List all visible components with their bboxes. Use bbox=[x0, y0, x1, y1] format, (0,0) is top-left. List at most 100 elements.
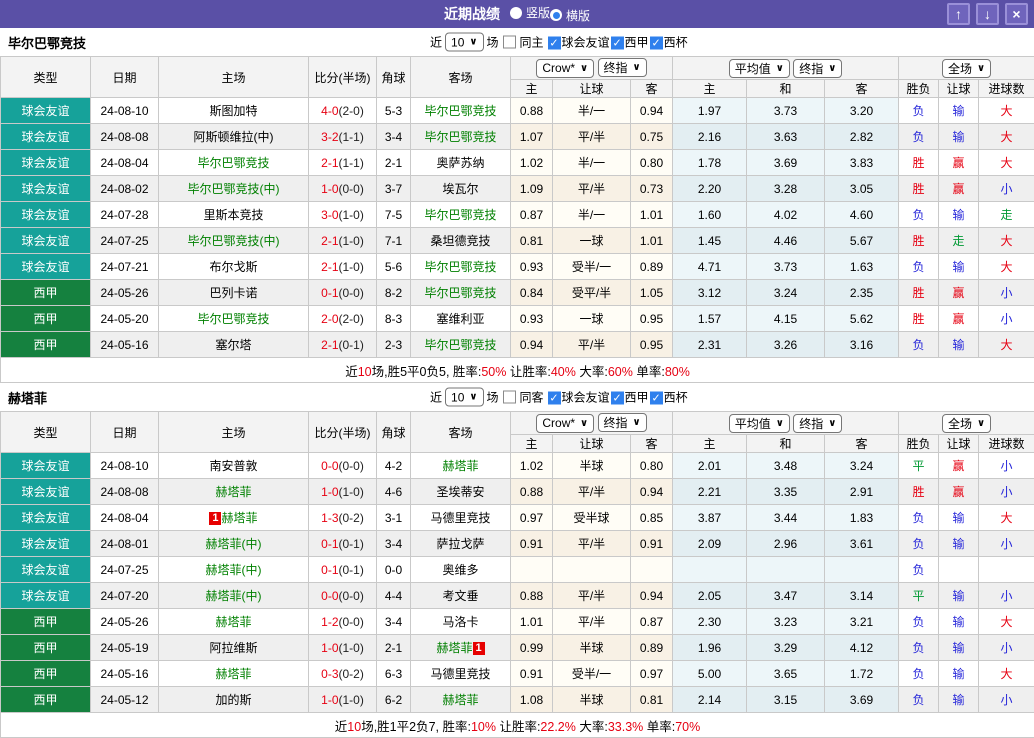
odds-away-cell: 1.05 bbox=[631, 280, 673, 306]
avg-draw-cell: 3.15 bbox=[747, 687, 825, 713]
result-goals-cell: 大 bbox=[979, 228, 1034, 254]
scope-group: 全场∨ bbox=[899, 412, 1034, 435]
avg-away-cell: 4.12 bbox=[825, 635, 899, 661]
league-checkbox[interactable]: ✓ bbox=[650, 392, 663, 405]
match-type-badge: 球会友谊 bbox=[1, 98, 91, 124]
odds-away-cell: 0.94 bbox=[631, 479, 673, 505]
result-value: 大 bbox=[1001, 260, 1013, 274]
result-value: 大 bbox=[1001, 511, 1013, 525]
avg-home-cell: 3.87 bbox=[673, 505, 747, 531]
team-name: 毕尔巴鄂竞技 bbox=[8, 33, 86, 52]
league-checkbox[interactable]: ✓ bbox=[548, 392, 561, 405]
full-score: 1-0 bbox=[321, 641, 338, 655]
result-winloss-cell: 胜 bbox=[899, 479, 939, 505]
chevron-down-icon: ∨ bbox=[977, 63, 985, 74]
league-checkbox[interactable]: ✓ bbox=[611, 392, 624, 405]
chevron-down-icon: ∨ bbox=[828, 63, 836, 74]
result-value: 输 bbox=[953, 130, 965, 144]
match-type-badge: 球会友谊 bbox=[1, 124, 91, 150]
close-button[interactable]: × bbox=[1005, 3, 1028, 25]
home-team-cell: 布尔戈斯 bbox=[159, 254, 309, 280]
result-handicap-cell: 赢 bbox=[939, 479, 979, 505]
league-checkbox[interactable]: ✓ bbox=[548, 37, 561, 50]
home-team: 毕尔巴鄂竞技 bbox=[197, 156, 269, 170]
corner-score: 3-4 bbox=[377, 124, 411, 150]
full-score: 3-2 bbox=[321, 130, 338, 144]
result-handicap-cell: 赢 bbox=[939, 150, 979, 176]
radio-icon bbox=[550, 9, 562, 21]
odds-home-cell: 0.88 bbox=[511, 583, 553, 609]
result-goals-cell: 小 bbox=[979, 687, 1034, 713]
bookmaker-select[interactable]: Crow*∨ bbox=[536, 59, 594, 78]
avg-draw-cell: 3.73 bbox=[747, 254, 825, 280]
same-venue-checkbox[interactable] bbox=[503, 36, 516, 49]
final-average-select[interactable]: 终指∨ bbox=[793, 59, 842, 78]
result-winloss-cell: 负 bbox=[899, 661, 939, 687]
chevron-down-icon: ∨ bbox=[633, 62, 641, 73]
half-score: (2-0) bbox=[339, 104, 364, 118]
result-value: 赢 bbox=[953, 312, 965, 326]
scroll-up-button[interactable]: ↑ bbox=[947, 3, 970, 25]
result-handicap-cell: 输 bbox=[939, 609, 979, 635]
score-cell: 3-2(1-1) bbox=[309, 124, 377, 150]
final-average-select[interactable]: 终指∨ bbox=[793, 414, 842, 433]
score-cell: 0-1(0-1) bbox=[309, 557, 377, 583]
layout-radio-option[interactable]: 竖版 bbox=[510, 4, 550, 21]
away-team-cell: 奥维多 bbox=[411, 557, 511, 583]
away-team: 桑坦德竞技 bbox=[430, 234, 490, 248]
odds-away-cell: 0.89 bbox=[631, 254, 673, 280]
league-checkbox[interactable]: ✓ bbox=[650, 37, 663, 50]
average-select[interactable]: 平均值∨ bbox=[729, 414, 790, 433]
results-body: 球会友谊24-08-10斯图加特4-0(2-0)5-3毕尔巴鄂竞技0.88半/一… bbox=[1, 98, 1034, 358]
table-row: 球会友谊24-08-041赫塔菲1-3(0-2)3-1马德里竞技0.97受半球0… bbox=[1, 505, 1034, 531]
scope-select[interactable]: 全场∨ bbox=[942, 59, 991, 78]
odds-away-cell: 0.95 bbox=[631, 332, 673, 358]
col-type: 类型 bbox=[1, 412, 91, 453]
odds-away-cell: 0.73 bbox=[631, 176, 673, 202]
col-home: 主场 bbox=[159, 412, 309, 453]
summary-segment: 22.2% bbox=[540, 720, 575, 734]
same-venue-checkbox[interactable] bbox=[503, 391, 516, 404]
avg-draw-cell: 3.69 bbox=[747, 150, 825, 176]
odds-away-cell: 1.01 bbox=[631, 228, 673, 254]
half-score: (0-1) bbox=[339, 563, 364, 577]
home-team-cell: 赫塔菲(中) bbox=[159, 583, 309, 609]
avg-home-cell: 1.97 bbox=[673, 98, 747, 124]
away-team-cell: 毕尔巴鄂竞技 bbox=[411, 254, 511, 280]
league-checkbox[interactable]: ✓ bbox=[611, 37, 624, 50]
result-goals-cell: 大 bbox=[979, 124, 1034, 150]
match-count-select[interactable]: 10∨ bbox=[445, 388, 483, 407]
bookmaker-select[interactable]: Crow*∨ bbox=[536, 414, 594, 433]
col-result-handicap: 让球 bbox=[939, 80, 979, 98]
summary-segment: 70% bbox=[675, 720, 700, 734]
result-value: 输 bbox=[953, 208, 965, 222]
score-cell: 2-1(1-0) bbox=[309, 254, 377, 280]
full-score: 2-0 bbox=[321, 312, 338, 326]
handicap-cell: 半/一 bbox=[553, 202, 631, 228]
avg-draw-cell: 3.48 bbox=[747, 453, 825, 479]
col-odds-home: 主 bbox=[511, 80, 553, 98]
col-corner: 角球 bbox=[377, 57, 411, 98]
home-team-cell: 赫塔菲(中) bbox=[159, 557, 309, 583]
corner-score: 3-1 bbox=[377, 505, 411, 531]
avg-draw-cell: 3.65 bbox=[747, 661, 825, 687]
result-value: 输 bbox=[953, 693, 965, 707]
league-filters: ✓球会友谊✓西甲✓西杯 bbox=[547, 389, 688, 406]
same-venue-label: 同主 bbox=[520, 34, 544, 51]
avg-draw-cell: 3.47 bbox=[747, 583, 825, 609]
match-count-select[interactable]: 10∨ bbox=[445, 33, 483, 52]
col-avg-away: 客 bbox=[825, 435, 899, 453]
result-goals-cell: 大 bbox=[979, 609, 1034, 635]
average-select[interactable]: 平均值∨ bbox=[729, 59, 790, 78]
final-odds-select[interactable]: 终指∨ bbox=[598, 413, 647, 432]
scope-select[interactable]: 全场∨ bbox=[942, 414, 991, 433]
avg-home-cell: 2.14 bbox=[673, 687, 747, 713]
final-odds-select[interactable]: 终指∨ bbox=[598, 58, 647, 77]
chevron-down-icon: ∨ bbox=[828, 418, 836, 429]
scroll-down-button[interactable]: ↓ bbox=[976, 3, 999, 25]
layout-radio-selected[interactable]: 横版 bbox=[550, 7, 590, 24]
avg-draw-cell: 3.29 bbox=[747, 635, 825, 661]
result-goals-cell: 大 bbox=[979, 254, 1034, 280]
odds-home-cell: 1.02 bbox=[511, 453, 553, 479]
result-value: 走 bbox=[1001, 208, 1013, 222]
